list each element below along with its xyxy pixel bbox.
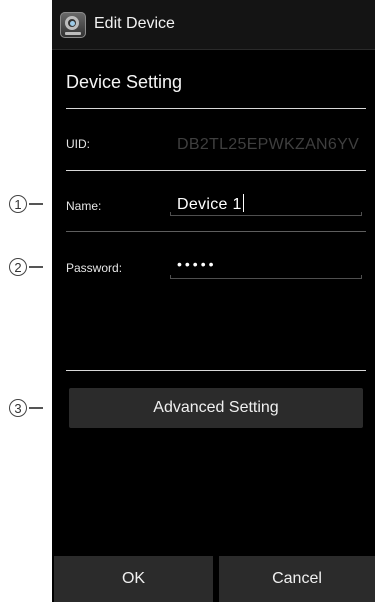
page-title: Edit Device (94, 15, 175, 32)
name-divider (66, 231, 366, 232)
action-bar: Edit Device (52, 0, 375, 50)
advanced-setting-button[interactable]: Advanced Setting (69, 388, 363, 428)
text-cursor (242, 194, 244, 212)
name-underline-tick-left (170, 212, 171, 216)
password-underline (170, 278, 362, 279)
name-value: Device 1 (177, 194, 244, 214)
password-label: Password: (66, 261, 123, 275)
password-underline-tick-right (361, 275, 362, 279)
callout-3-line (29, 407, 43, 409)
uid-field: DB2TL25EPWKZAN6YV (170, 132, 362, 158)
camera-lens-shape (70, 21, 75, 26)
section-title: Device Setting (66, 72, 183, 92)
password-masked-value: ••••• (177, 256, 217, 272)
uid-label: UID: (66, 137, 90, 151)
ok-button[interactable]: OK (54, 556, 213, 602)
camera-app-icon[interactable] (60, 12, 86, 38)
callout-1-line (29, 203, 43, 205)
camera-base-shape (65, 32, 81, 35)
name-underline (170, 215, 362, 216)
callout-2: 2 (9, 256, 43, 278)
name-input[interactable]: Device 1 (170, 190, 362, 216)
name-underline-tick-right (361, 212, 362, 216)
callout-3: 3 (9, 397, 43, 419)
uid-divider (66, 170, 366, 171)
advanced-divider (66, 370, 366, 371)
section-divider (66, 108, 366, 109)
callout-3-number: 3 (9, 399, 27, 417)
password-input[interactable]: ••••• (170, 253, 362, 279)
callout-2-line (29, 266, 43, 268)
name-text: Device 1 (177, 196, 242, 213)
password-underline-tick-left (170, 275, 171, 279)
phone-screen: Edit Device Device Setting UID: DB2TL25E… (52, 0, 375, 602)
callout-2-number: 2 (9, 258, 27, 276)
callout-annotations: 1 2 3 (0, 0, 52, 602)
name-label: Name: (66, 199, 102, 213)
callout-1: 1 (9, 193, 43, 215)
callout-1-number: 1 (9, 195, 27, 213)
uid-value: DB2TL25EPWKZAN6YV (177, 136, 360, 153)
cancel-button[interactable]: Cancel (219, 556, 375, 602)
